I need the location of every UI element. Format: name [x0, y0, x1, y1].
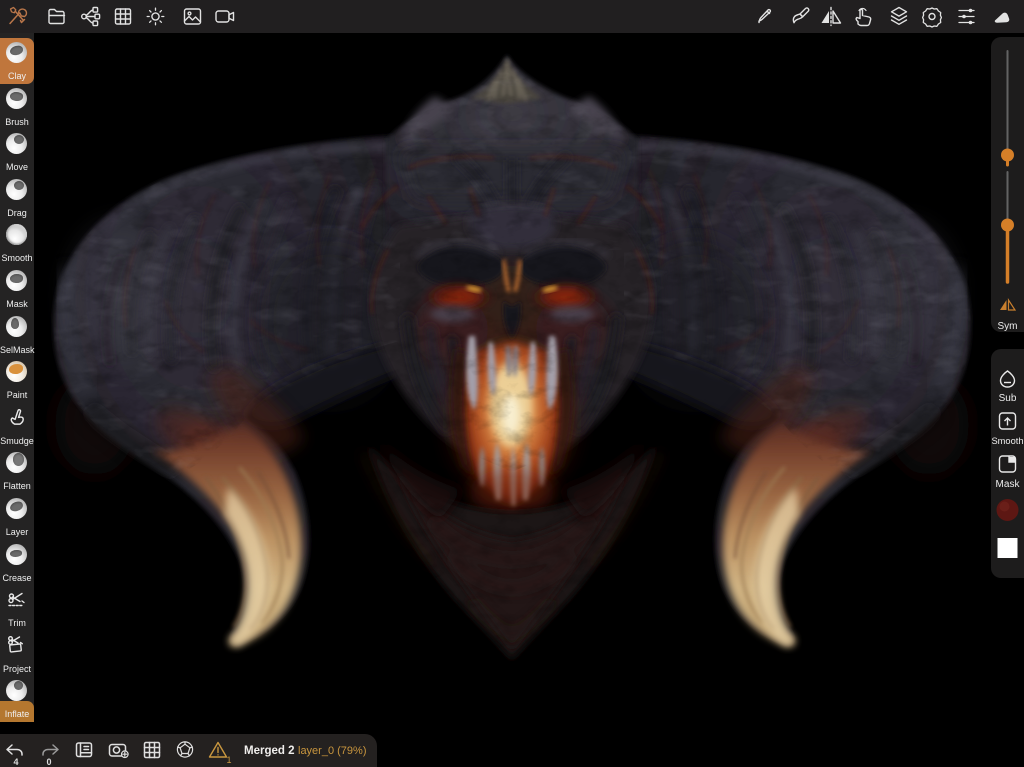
svg-text:4: 4 [13, 757, 18, 767]
svg-text:Mask: Mask [996, 479, 1021, 490]
svg-text:Sym: Sym [998, 321, 1018, 332]
svg-text:0: 0 [46, 757, 51, 767]
svg-text:layer_0 (79%): layer_0 (79%) [298, 745, 366, 757]
svg-text:1: 1 [226, 755, 231, 765]
svg-text:Smooth: Smooth [991, 436, 1023, 446]
svg-text:Sub: Sub [999, 393, 1017, 404]
svg-text:Merged 2: Merged 2 [244, 745, 295, 757]
